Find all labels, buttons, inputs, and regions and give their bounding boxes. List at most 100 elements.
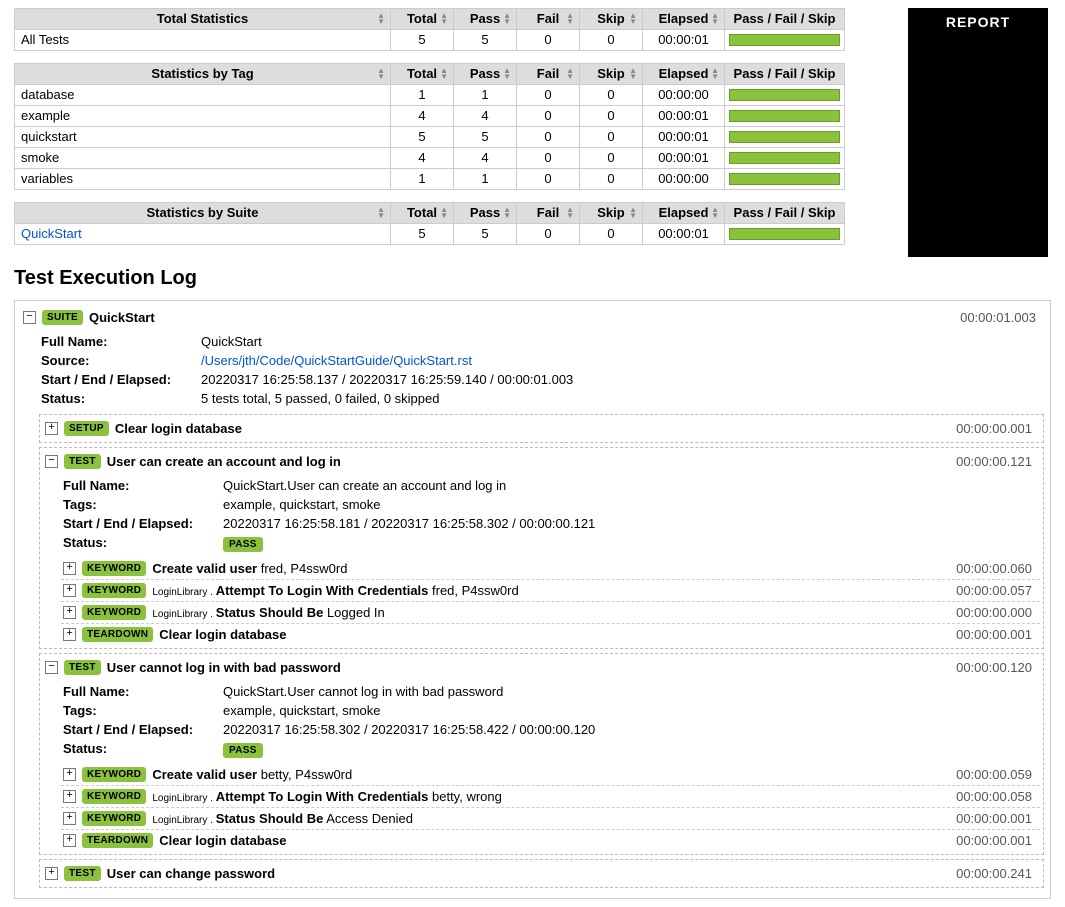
- toggle-icon[interactable]: +: [63, 790, 76, 803]
- test-execution-log-heading: Test Execution Log: [14, 267, 1051, 290]
- sort-icon[interactable]: ▲▼: [711, 207, 719, 219]
- sort-icon[interactable]: ▲▼: [440, 68, 448, 80]
- source-link[interactable]: /Users/jth/Code/QuickStartGuide/QuickSta…: [201, 353, 472, 368]
- meta-value: example, quickstart, smoke: [223, 497, 381, 512]
- col-name[interactable]: Statistics by Suite▲▼: [15, 203, 391, 224]
- col-skip[interactable]: Skip▲▼: [580, 64, 643, 85]
- sort-icon[interactable]: ▲▼: [503, 68, 511, 80]
- col-name[interactable]: Statistics by Tag▲▼: [15, 64, 391, 85]
- pass-bar: [729, 110, 840, 122]
- meta-label: Start / End / Elapsed:: [63, 722, 223, 737]
- sort-icon[interactable]: ▲▼: [711, 68, 719, 80]
- sort-icon[interactable]: ▲▼: [440, 207, 448, 219]
- sort-icon[interactable]: ▲▼: [711, 13, 719, 25]
- test-name: User can create an account and log in: [107, 454, 341, 469]
- sort-icon[interactable]: ▲▼: [566, 68, 574, 80]
- suite-node: − SUITE QuickStart 00:00:01.003 Full Nam…: [21, 307, 1044, 888]
- test-steps: + KEYWORD Create valid user fred, P4ssw0…: [61, 558, 1040, 645]
- node-type-label: TEST: [64, 454, 101, 469]
- col-skip[interactable]: Skip▲▼: [580, 9, 643, 30]
- toggle-icon[interactable]: +: [63, 606, 76, 619]
- col-pass[interactable]: Pass▲▼: [454, 203, 517, 224]
- stat-row: variables 1 1 0 0 00:00:00: [15, 169, 845, 190]
- stat-fail: 0: [517, 85, 580, 106]
- test-elapsed: 00:00:00.241: [956, 866, 1038, 881]
- test-elapsed: 00:00:00.120: [956, 660, 1038, 675]
- stat-fail: 0: [517, 224, 580, 245]
- col-total[interactable]: Total▲▼: [391, 9, 454, 30]
- toggle-icon[interactable]: −: [23, 311, 36, 324]
- test-name: User can change password: [107, 866, 275, 881]
- stat-name: quickstart: [15, 127, 391, 148]
- meta-label: Status:: [63, 741, 223, 756]
- sort-icon[interactable]: ▲▼: [566, 13, 574, 25]
- stat-fail: 0: [517, 127, 580, 148]
- toggle-icon[interactable]: −: [45, 661, 58, 674]
- node-type-label: TEARDOWN: [82, 833, 153, 848]
- toggle-icon[interactable]: +: [45, 422, 58, 435]
- meta-value: 20220317 16:25:58.302 / 20220317 16:25:5…: [223, 722, 595, 737]
- step-elapsed: 00:00:00.000: [956, 605, 1038, 620]
- stat-graph-cell: [725, 85, 845, 106]
- sort-icon[interactable]: ▲▼: [503, 13, 511, 25]
- toggle-icon[interactable]: +: [45, 867, 58, 880]
- meta-label: Status:: [63, 535, 223, 550]
- col-skip[interactable]: Skip▲▼: [580, 203, 643, 224]
- sort-icon[interactable]: ▲▼: [566, 207, 574, 219]
- test-meta: Full Name: QuickStart.User can create an…: [63, 476, 1040, 552]
- stat-skip: 0: [580, 85, 643, 106]
- toggle-icon[interactable]: −: [45, 455, 58, 468]
- toggle-icon[interactable]: +: [63, 628, 76, 641]
- stat-total: 5: [391, 30, 454, 51]
- col-elapsed[interactable]: Elapsed▲▼: [643, 9, 725, 30]
- toggle-icon[interactable]: +: [63, 584, 76, 597]
- col-name[interactable]: Total Statistics▲▼: [15, 9, 391, 30]
- meta-label: Full Name:: [63, 478, 223, 493]
- meta-value: PASS: [223, 535, 263, 550]
- report-button[interactable]: REPORT: [908, 8, 1048, 257]
- meta-row: Start / End / Elapsed: 20220317 16:25:58…: [41, 370, 1044, 389]
- col-total[interactable]: Total▲▼: [391, 64, 454, 85]
- step-elapsed: 00:00:00.060: [956, 561, 1038, 576]
- sort-icon[interactable]: ▲▼: [629, 13, 637, 25]
- meta-label: Tags:: [63, 703, 223, 718]
- suite-link[interactable]: QuickStart: [21, 226, 82, 241]
- keyword-text: Create valid user betty, P4ssw0rd: [152, 767, 352, 782]
- toggle-icon[interactable]: +: [63, 768, 76, 781]
- meta-label: Status:: [41, 391, 201, 406]
- col-fail[interactable]: Fail▲▼: [517, 64, 580, 85]
- suite-meta: Full Name: QuickStart Source: /Users/jth…: [41, 332, 1044, 408]
- stat-skip: 0: [580, 148, 643, 169]
- sort-icon[interactable]: ▲▼: [503, 207, 511, 219]
- stat-name: smoke: [15, 148, 391, 169]
- sort-icon[interactable]: ▲▼: [377, 207, 385, 219]
- setup-name: Clear login database: [115, 421, 242, 436]
- test-header: − TEST User can create an account and lo…: [43, 451, 1040, 472]
- suite-name: QuickStart: [89, 310, 155, 325]
- stat-row: All Tests 5 5 0 0 00:00:01: [15, 30, 845, 51]
- meta-value: example, quickstart, smoke: [223, 703, 381, 718]
- setup-row: + SETUP Clear login database 00:00:00.00…: [39, 414, 1044, 443]
- sort-icon[interactable]: ▲▼: [629, 207, 637, 219]
- sort-icon[interactable]: ▲▼: [377, 68, 385, 80]
- sort-icon[interactable]: ▲▼: [377, 13, 385, 25]
- toggle-icon[interactable]: +: [63, 562, 76, 575]
- col-fail[interactable]: Fail▲▼: [517, 9, 580, 30]
- toggle-icon[interactable]: +: [63, 834, 76, 847]
- meta-row: Full Name: QuickStart.User can create an…: [63, 476, 1040, 495]
- meta-row: Status: PASS: [63, 739, 1040, 758]
- meta-row: Status: 5 tests total, 5 passed, 0 faile…: [41, 389, 1044, 408]
- pass-badge: PASS: [223, 537, 263, 552]
- col-total[interactable]: Total▲▼: [391, 203, 454, 224]
- sort-icon[interactable]: ▲▼: [629, 68, 637, 80]
- col-fail[interactable]: Fail▲▼: [517, 203, 580, 224]
- sort-icon[interactable]: ▲▼: [440, 13, 448, 25]
- meta-value: QuickStart.User cannot log in with bad p…: [223, 684, 503, 699]
- col-elapsed[interactable]: Elapsed▲▼: [643, 203, 725, 224]
- col-pass[interactable]: Pass▲▼: [454, 9, 517, 30]
- col-pass[interactable]: Pass▲▼: [454, 64, 517, 85]
- meta-label: Start / End / Elapsed:: [41, 372, 201, 387]
- toggle-icon[interactable]: +: [63, 812, 76, 825]
- stat-elapsed: 00:00:01: [643, 148, 725, 169]
- col-elapsed[interactable]: Elapsed▲▼: [643, 64, 725, 85]
